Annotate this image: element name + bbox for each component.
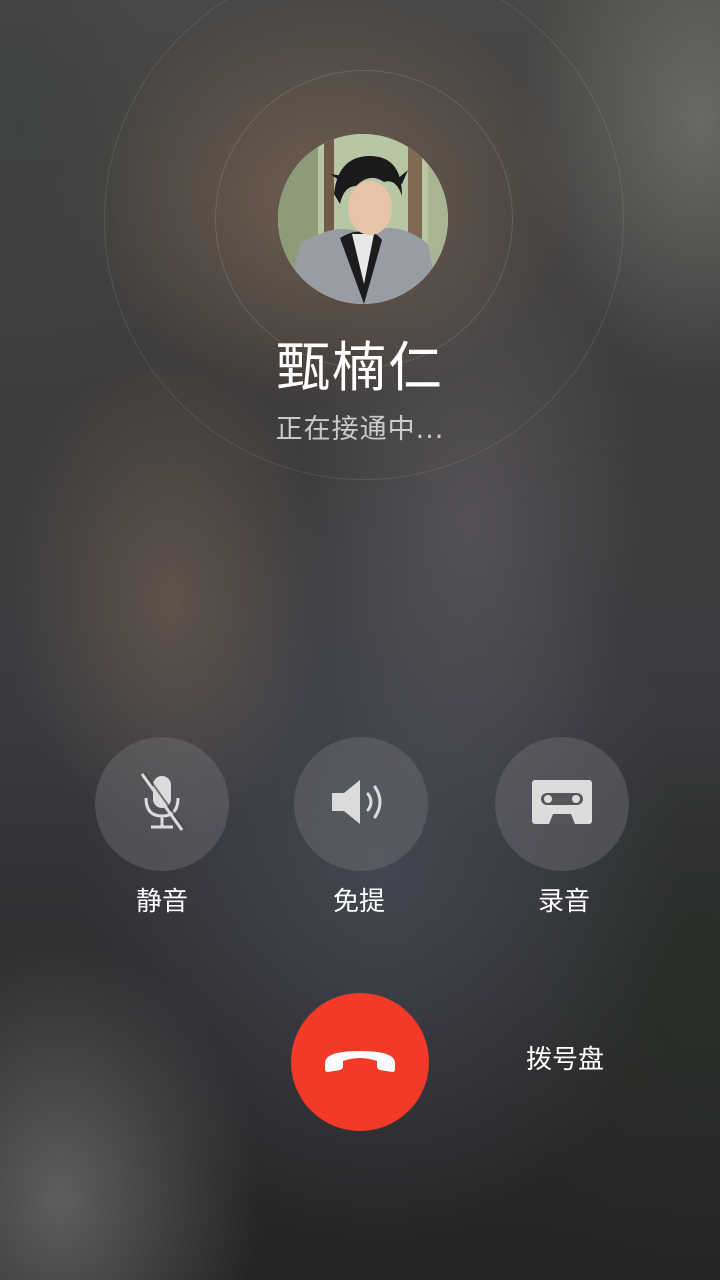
cassette-record-icon xyxy=(531,779,593,829)
dialpad-button[interactable]: 拨号盘 xyxy=(505,1040,625,1080)
hangup-button[interactable] xyxy=(291,993,429,1131)
phone-hangup-icon xyxy=(321,1045,399,1079)
record-button[interactable] xyxy=(495,737,629,871)
incoming-call-screen: 甄楠仁 正在接通中... 静音 免提 录音 拨号盘 xyxy=(0,0,720,1280)
microphone-muted-icon xyxy=(136,770,188,838)
call-status: 正在接通中... xyxy=(275,414,445,445)
speaker-label: 免提 xyxy=(332,887,385,917)
speaker-button[interactable] xyxy=(294,737,428,871)
speaker-icon xyxy=(330,777,392,831)
caller-avatar xyxy=(278,134,448,304)
caller-name: 甄楠仁 xyxy=(276,336,444,399)
mute-button[interactable] xyxy=(95,737,229,871)
mute-label: 静音 xyxy=(135,887,188,917)
record-label: 录音 xyxy=(537,887,590,917)
